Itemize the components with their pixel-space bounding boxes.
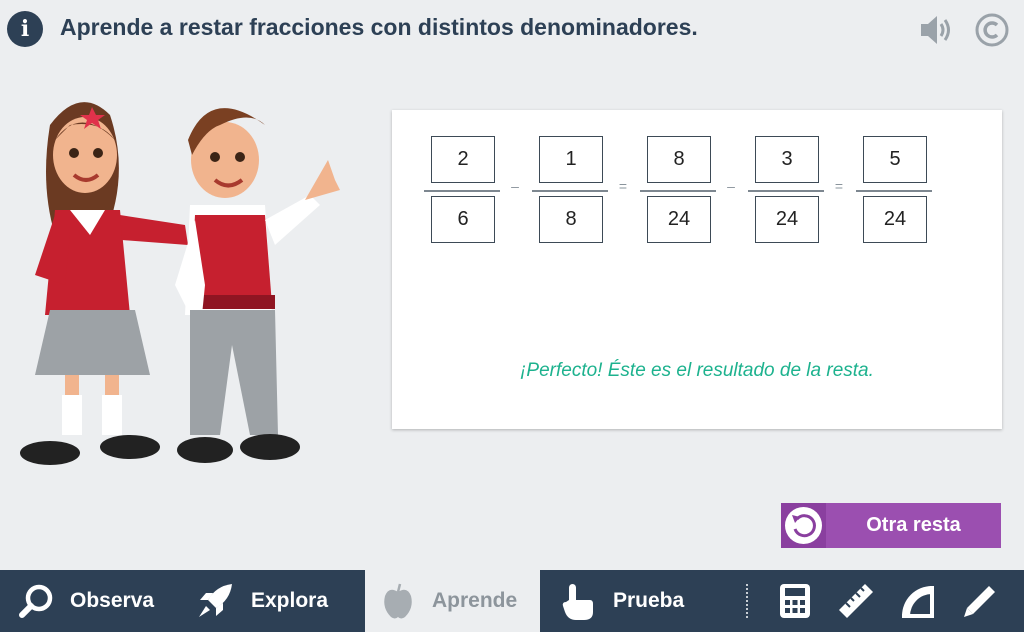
boy-figure [175,108,340,463]
fraction-bar [640,190,716,192]
protractor-icon[interactable] [898,582,936,620]
page-title: Aprende a restar fracciones con distinto… [60,14,698,40]
denominator-box: 8 [539,196,603,243]
bottom-navbar: Observa Explora Aprende Prueba [0,570,1024,632]
numerator-box: 1 [539,136,603,183]
fraction-2: 1 8 [532,136,608,246]
fraction-1: 2 6 [424,136,500,246]
minus-operator: – [511,178,519,194]
fraction-3: 8 24 [640,136,716,246]
numerator-box: 5 [863,136,927,183]
nav-label: Observa [70,589,155,612]
numerator-box: 8 [647,136,711,183]
otra-resta-button[interactable]: Otra resta [781,503,1001,548]
nav-observa[interactable]: Observa [0,570,180,632]
nav-aprende[interactable]: Aprende [365,570,540,632]
minus-operator: – [727,178,735,194]
numerator-box: 3 [755,136,819,183]
students-illustration [20,102,340,465]
fraction-result: 5 24 [856,136,932,246]
pointing-hand-icon [562,584,593,620]
rotate-ccw-icon [785,507,822,544]
info-icon[interactable]: i [7,11,43,47]
ruler-icon[interactable] [837,582,875,620]
numerator-box: 2 [431,136,495,183]
feedback-message: ¡Perfecto! Éste es el resultado de la re… [520,360,874,381]
nav-separator [746,584,748,618]
denominator-box: 6 [431,196,495,243]
nav-label: Prueba [613,589,685,612]
denominator-box: 24 [647,196,711,243]
fraction-bar [532,190,608,192]
nav-label: Explora [251,589,329,612]
nav-label: Aprende [432,589,518,612]
copyright-icon[interactable] [974,12,1010,48]
sound-icon[interactable] [917,12,955,48]
exercise-panel: 2 6 – 1 8 = 8 24 – 3 24 = 5 24 ¡Perfecto… [392,110,1002,429]
apple-icon [384,583,412,619]
fraction-bar [856,190,932,192]
redo-icon-wrap [781,503,826,548]
fraction-4: 3 24 [748,136,824,246]
rocket-icon [199,584,232,617]
otra-resta-label: Otra resta [866,514,961,536]
pencil-icon[interactable] [961,582,999,620]
girl-figure [20,102,188,465]
equals-operator: = [618,178,628,194]
denominator-box: 24 [755,196,819,243]
fraction-bar [748,190,824,192]
nav-prueba[interactable]: Prueba [540,570,740,632]
nav-explora[interactable]: Explora [180,570,365,632]
fraction-bar [424,190,500,192]
equals-operator: = [834,178,844,194]
denominator-box: 24 [863,196,927,243]
magnifier-icon [19,584,53,618]
calculator-icon[interactable] [776,582,814,620]
